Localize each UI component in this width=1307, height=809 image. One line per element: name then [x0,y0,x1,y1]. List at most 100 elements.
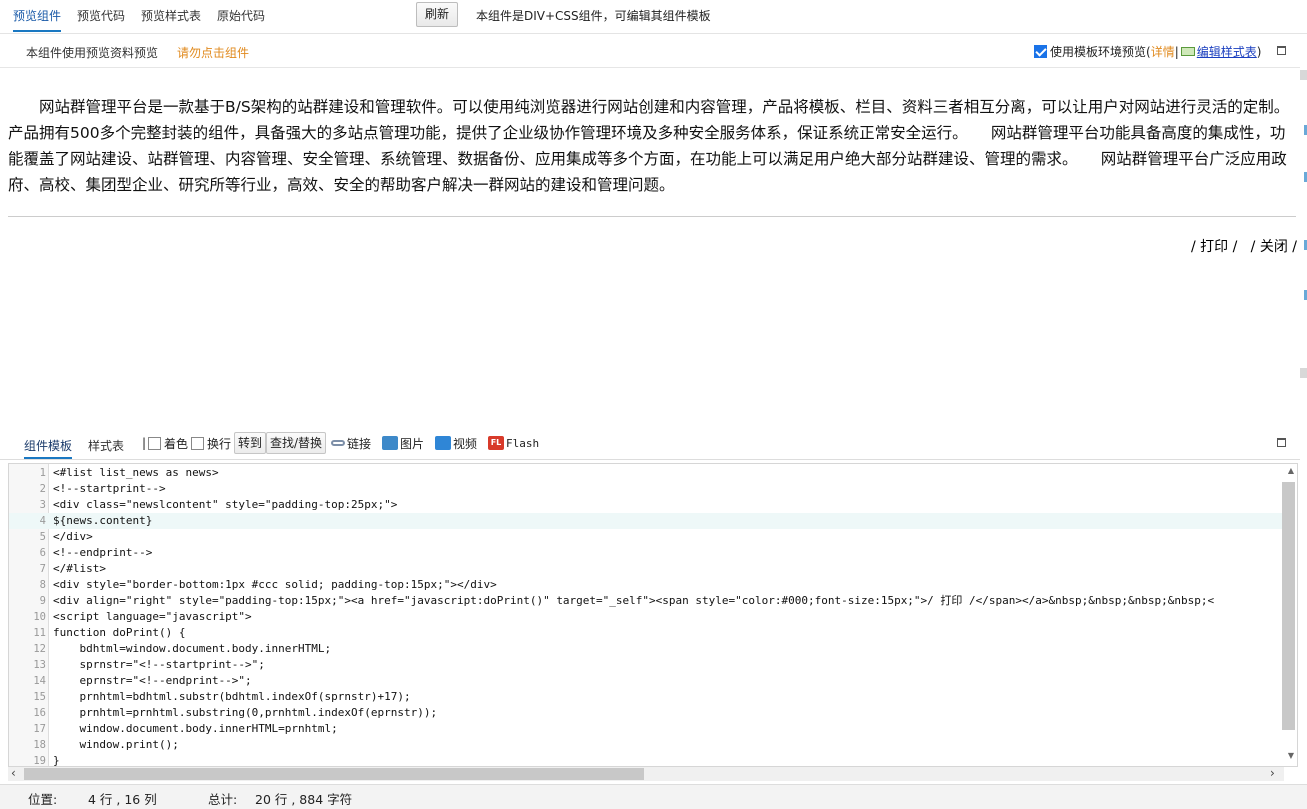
line-number: 19 [33,755,46,767]
line-number: 11 [33,627,46,639]
stylesheet-icon [1180,47,1195,56]
edit-stylesheet-link[interactable]: 编辑样式表 [1197,43,1257,60]
preview-header: 本组件使用预览资料预览 请勿点击组件 使用模板环境预览 ( 详情 | 编辑样式表… [0,34,1300,68]
line-number: 15 [33,691,46,703]
horizontal-scrollbar[interactable]: ‹ › [8,766,1284,781]
goto-button[interactable]: 转到 [234,432,267,454]
code-line[interactable]: 11 function doPrint() { [9,625,1285,641]
line-text[interactable]: } [53,753,60,766]
line-text[interactable]: <div align="right" style="padding-top:15… [53,593,1214,609]
preview-content: 网站群管理平台是一款基于B/S架构的站群建设和管理软件。可以使用纯浏览器进行网站… [8,94,1296,198]
code-line[interactable]: 4 ${news.content} [9,513,1285,529]
color-toggle[interactable]: 着色 [148,432,188,454]
tab-component-template[interactable]: 组件模板 [24,437,73,459]
line-text[interactable]: <#list list_news as news> [53,465,219,481]
use-template-env-checkbox[interactable] [1034,45,1047,58]
refresh-button[interactable]: 刷新 [416,2,458,27]
line-number: 18 [33,739,46,751]
template-env-options: 使用模板环境预览 ( 详情 | 编辑样式表 ) [1034,43,1261,60]
maximize-editor-icon[interactable] [1277,438,1286,447]
line-text[interactable]: </div> [53,529,93,545]
code-line[interactable]: 3 <div class="newslcontent" style="paddin… [9,497,1285,513]
flash-icon: FL [488,436,504,450]
link-icon [331,440,345,446]
color-checkbox[interactable] [148,436,161,450]
code-line[interactable]: 1 <#list list_news as news> [9,465,1285,481]
code-line[interactable]: 10 <script language="javascript"> [9,609,1285,625]
line-text[interactable]: function doPrint() { [53,625,185,641]
print-link[interactable]: / 打印 / [1191,239,1237,255]
link-button[interactable]: 链接 [331,432,371,454]
line-text[interactable]: <div style="border-bottom:1px #ccc solid… [53,577,497,593]
code-line[interactable]: 5 </div> [9,529,1285,545]
tab-stylesheet[interactable]: 样式表 [88,437,124,454]
code-line[interactable]: 17 window.document.body.innerHTML=prnhtm… [9,721,1285,737]
wrap-toggle[interactable]: 换行 [191,432,231,454]
preview-paragraph: 网站群管理平台是一款基于B/S架构的站群建设和管理软件。可以使用纯浏览器进行网站… [8,98,1290,194]
code-line[interactable]: 12 bdhtml=window.document.body.innerHTML… [9,641,1285,657]
line-text[interactable]: prnhtml=bdhtml.substr(bdhtml.indexOf(spr… [53,689,410,705]
line-text[interactable]: <!--endprint--> [53,545,152,561]
code-line[interactable]: 19} [9,753,1285,767]
line-number: 5 [39,531,46,543]
line-text[interactable]: bdhtml=window.document.body.innerHTML; [53,641,331,657]
flash-button[interactable]: FL Flash [488,432,539,454]
line-number: 17 [33,723,46,735]
line-text[interactable]: <div class="newslcontent" style="padding… [53,497,397,513]
line-text[interactable]: prnhtml=prnhtml.substring(0,prnhtml.inde… [53,705,437,721]
scroll-up-icon[interactable]: ▲ [1288,466,1294,475]
close-link[interactable]: / 关闭 / [1251,239,1297,255]
line-text[interactable]: ${news.content} [53,513,152,529]
code-line[interactable]: 8 <div style="border-bottom:1px #ccc soli… [9,577,1285,593]
code-lines[interactable]: 1 <#list list_news as news> 2 <!--startprin… [9,465,1285,767]
position-value: 4 行 , 16 列 [88,792,157,807]
total-value: 20 行 , 884 字符 [255,792,353,807]
link-label: 链接 [347,436,372,451]
line-number: 3 [39,499,46,511]
image-label: 图片 [400,436,425,451]
toolbar-divider: | [142,436,147,450]
code-line[interactable]: 9 <div align="right" style="padding-top:1… [9,593,1285,609]
status-bar: 位置: 4 行 , 16 列 总计: 20 行 , 884 字符 [0,784,1307,809]
line-text[interactable]: </#list> [53,561,106,577]
image-button[interactable]: 图片 [382,432,424,454]
use-template-env-label: 使用模板环境预览 [1050,45,1147,59]
code-line[interactable]: 6 <!--endprint--> [9,545,1285,561]
code-line[interactable]: 16 prnhtml=prnhtml.substring(0,prnhtml.i… [9,705,1285,721]
component-note: 本组件是DIV+CSS组件，可编辑其组件模板 [476,9,711,23]
line-text[interactable]: sprnstr="<!--startprint-->"; [53,657,264,673]
horizontal-scroll-thumb[interactable] [24,768,644,780]
line-text[interactable]: eprnstr="<!--endprint-->"; [53,673,251,689]
find-replace-button[interactable]: 查找/替换 [266,432,327,454]
find-wrap: 查找/替换 [266,432,327,454]
line-text[interactable]: <script language="javascript"> [53,609,252,625]
tab-preview-code[interactable]: 预览代码 [77,8,125,32]
details-link[interactable]: 详情 [1151,43,1175,60]
wrap-checkbox[interactable] [191,436,204,450]
code-line[interactable]: 7 </#list> [9,561,1285,577]
tab-preview-component[interactable]: 预览组件 [13,8,62,32]
line-text[interactable]: <!--startprint--> [53,481,166,497]
tab-raw-code[interactable]: 原始代码 [217,8,265,32]
line-text[interactable]: window.document.body.innerHTML=prnhtml; [53,721,337,737]
line-number: 16 [33,707,46,719]
maximize-preview-icon[interactable] [1277,46,1286,55]
scroll-right-icon[interactable]: › [1270,766,1275,780]
scroll-marker [1300,368,1307,378]
flash-label: Flash [506,436,540,450]
tab-preview-stylesheet[interactable]: 预览样式表 [141,8,201,32]
wrap-label: 换行 [207,436,232,451]
line-text[interactable]: window.print(); [53,737,178,753]
vertical-scrollbar[interactable] [1282,482,1295,730]
code-editor[interactable]: 1 <#list list_news as news> 2 <!--startprin… [8,463,1298,767]
code-line[interactable]: 14 eprnstr="<!--endprint-->"; [9,673,1285,689]
video-button[interactable]: 视频 [435,432,477,454]
scroll-down-icon[interactable]: ▼ [1288,751,1294,760]
code-line[interactable]: 15 prnhtml=bdhtml.substr(bdhtml.indexOf(… [9,689,1285,705]
code-line[interactable]: 2 <!--startprint--> [9,481,1285,497]
line-number: 4 [39,515,46,527]
line-number: 2 [39,483,46,495]
code-line[interactable]: 18 window.print(); [9,737,1285,753]
scroll-left-icon[interactable]: ‹ [11,766,16,780]
code-line[interactable]: 13 sprnstr="<!--startprint-->"; [9,657,1285,673]
